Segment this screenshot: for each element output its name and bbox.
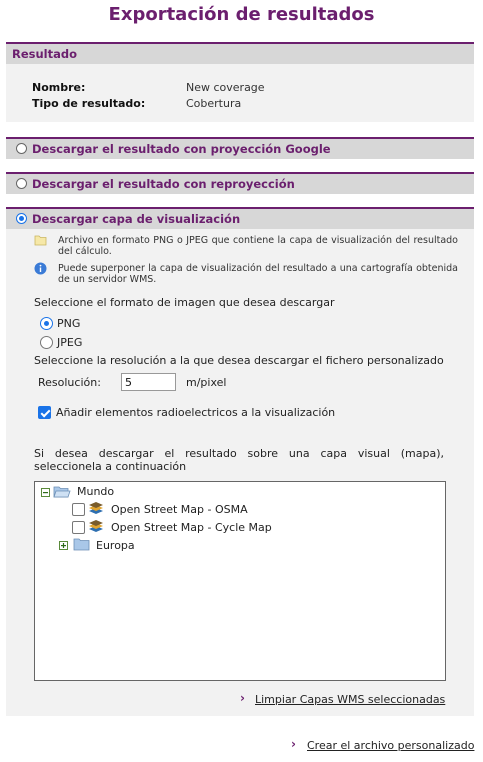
result-info-panel: Nombre: New coverage Tipo de resultado: … [6,64,474,122]
result-type-label: Tipo de resultado: [32,97,146,110]
tree-node-cycle-map[interactable]: Open Street Map - Cycle Map [111,521,272,534]
resolution-input[interactable]: 5 [121,373,176,391]
png-label[interactable]: PNG [57,317,80,330]
result-type-value: Cobertura [186,97,242,110]
google-projection-radio[interactable] [16,143,27,154]
wms-note: Puede superponer la capa de visualizació… [58,263,458,285]
resolution-prompt: Seleccione la resolución a la que desea … [34,354,444,367]
osma-checkbox[interactable] [72,503,85,516]
radio-elements-label[interactable]: Añadir elementos radioelectricos a la vi… [56,406,335,419]
cycle-map-checkbox[interactable] [72,521,85,534]
visual-layer-label[interactable]: Descargar capa de visualización [32,212,240,226]
tree-node-osma[interactable]: Open Street Map - OSMA [111,503,248,516]
png-radio[interactable] [40,317,53,330]
reprojection-label[interactable]: Descargar el resultado con reproyección [32,177,295,191]
clear-wms-layers-link[interactable]: Limpiar Capas WMS seleccionadas [255,693,445,706]
resolution-unit: m/pixel [186,376,227,389]
format-note: Archivo en formato PNG o JPEG que contie… [58,235,458,257]
tree-node-europa[interactable]: Europa [96,539,135,552]
file-icon [34,235,47,246]
folder-icon [73,538,90,551]
result-section-header: Resultado [6,42,474,64]
resolution-label: Resolución: [38,376,101,389]
radio-elements-checkbox[interactable] [38,406,51,419]
chevron-right-icon: › [240,691,245,705]
info-icon [34,262,47,275]
format-prompt: Seleccione el formato de imagen que dese… [34,296,335,309]
reprojection-radio[interactable] [16,178,27,189]
option-google-projection[interactable]: Descargar el resultado con proyección Go… [6,137,474,159]
result-name-label: Nombre: [32,81,86,94]
result-section-title: Resultado [12,47,78,61]
google-projection-label[interactable]: Descargar el resultado con proyección Go… [32,142,331,156]
option-reprojection[interactable]: Descargar el resultado con reproyección [6,172,474,194]
layers-icon [89,520,103,532]
page-title: Exportación de resultados [108,4,375,25]
jpeg-radio[interactable] [40,336,53,349]
collapse-icon[interactable] [41,488,50,497]
create-file-link[interactable]: Crear el archivo personalizado [307,739,474,752]
layers-icon [89,502,103,514]
chevron-right-icon: › [291,737,296,751]
result-name-value: New coverage [186,81,265,94]
jpeg-label[interactable]: JPEG [57,336,82,349]
folder-open-icon [53,486,71,498]
expand-icon[interactable] [59,541,68,550]
option-visual-layer[interactable]: Descargar capa de visualización [6,207,474,229]
tree-node-mundo[interactable]: Mundo [77,485,114,498]
visual-layer-radio[interactable] [16,213,27,224]
wms-layer-tree[interactable]: Mundo Open Street Map - OSMA Open Street… [34,481,446,681]
wms-prompt: Si desea descargar el resultado sobre un… [34,447,444,473]
